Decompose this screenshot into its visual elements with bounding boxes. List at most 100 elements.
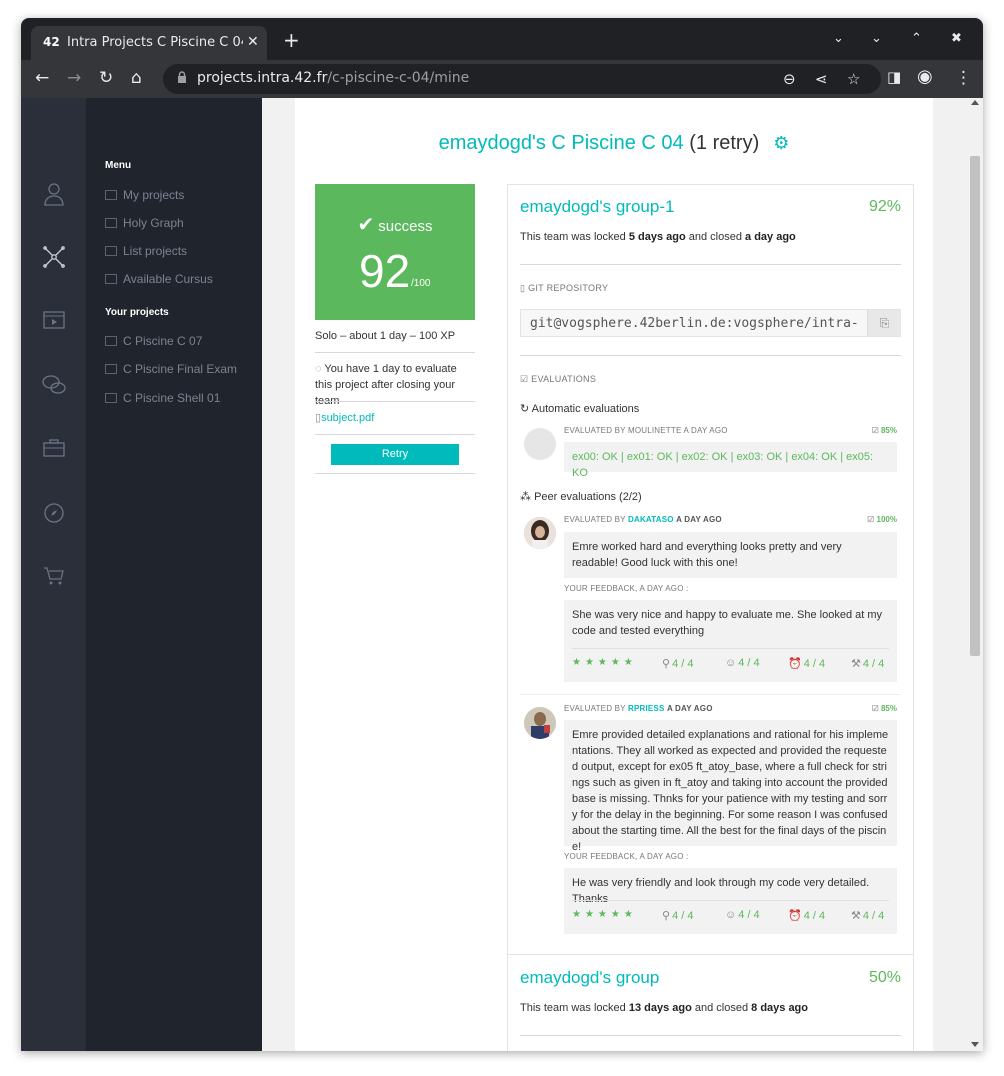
minimize-icon[interactable]: ⌄ xyxy=(871,31,882,46)
rating-rigorous: ⚒ 4 / 4 xyxy=(851,658,885,670)
share-icon[interactable]: ⋖ xyxy=(815,70,828,88)
team-status: This team was locked 5 days ago and clos… xyxy=(520,231,796,243)
final-mark: 92 xyxy=(359,245,411,297)
checkbox-icon: ☑ xyxy=(520,374,532,384)
close-window-icon[interactable]: ✖ xyxy=(951,31,962,46)
evaluator-avatar[interactable] xyxy=(524,707,556,739)
sidebar-project-shell-01[interactable]: C Piscine Shell 01 xyxy=(105,391,220,405)
new-tab-button[interactable]: + xyxy=(283,30,300,50)
magnifier-icon: ⚲ xyxy=(662,910,671,922)
rating-interested: ⚲ 4 / 4 xyxy=(662,658,694,670)
refresh-icon: ↻ xyxy=(520,403,532,415)
more-menu-icon[interactable]: ⋮ xyxy=(955,68,972,88)
sidebar-project-final-exam[interactable]: C Piscine Final Exam xyxy=(105,362,237,376)
retry-button[interactable]: Retry xyxy=(331,444,459,465)
peer-eval-by: EVALUATED BY DAKATASO A DAY AGO xyxy=(564,515,722,524)
feedback-box: He was very friendly and look through my… xyxy=(564,868,897,934)
smiley-icon: ☺ xyxy=(725,657,737,669)
success-badge: ✔ success 92 /100 xyxy=(315,184,475,320)
rating-punctuality: ⏰ 4 / 4 xyxy=(788,658,826,670)
compass-icon[interactable] xyxy=(41,502,67,528)
auto-eval-result: ex00: OK | ex01: OK | ex02: OK | ex03: O… xyxy=(564,442,897,479)
forward-icon[interactable]: → xyxy=(67,68,81,88)
back-icon[interactable]: ← xyxy=(35,68,49,88)
reload-icon[interactable]: ↻ xyxy=(99,68,113,88)
icon-sidebar xyxy=(21,98,86,1051)
folder-icon xyxy=(105,190,117,200)
sidebar-item-available-cursus[interactable]: Available Cursus xyxy=(105,272,213,286)
divider xyxy=(315,401,475,402)
team-name[interactable]: emaydogd's group-1 xyxy=(520,197,674,217)
menu-sidebar: Menu My projects Holy Graph List project… xyxy=(86,98,262,1051)
scroll-up-arrow-icon[interactable] xyxy=(971,100,979,105)
divider xyxy=(315,434,475,435)
divider xyxy=(315,473,475,474)
rating-punctuality: ⏰ 4 / 4 xyxy=(788,910,826,922)
evaluator-login-link[interactable]: DAKATASO xyxy=(628,515,674,524)
scroll-thumb[interactable] xyxy=(970,156,980,656)
sidebar-item-my-projects[interactable]: My projects xyxy=(105,188,184,202)
divider xyxy=(520,264,901,265)
scroll-down-arrow-icon[interactable] xyxy=(971,1042,979,1047)
tab-search-icon[interactable]: ⌄ xyxy=(833,31,844,46)
peer-eval-percent: ☑ 100% xyxy=(867,515,897,524)
feedback-text: She was very nice and happy to evaluate … xyxy=(572,609,883,637)
url-text: projects.intra.42.fr/c-piscine-c-04/mine xyxy=(197,70,470,86)
magnifier-icon: ⚲ xyxy=(662,658,671,670)
companies-briefcase-icon[interactable] xyxy=(41,438,67,464)
shop-cart-icon[interactable] xyxy=(41,566,67,592)
project-meta: Solo – about 1 day – 100 XP xyxy=(315,330,456,342)
clock-icon: ◌ xyxy=(315,363,325,375)
git-url[interactable]: git@vogsphere.42berlin.de:vogsphere/intr… xyxy=(530,316,860,331)
tab-strip: 42 Intra Projects C Piscine C 04 mine ✕ … xyxy=(21,18,983,60)
elearning-icon[interactable] xyxy=(41,310,67,336)
hammer-icon: ⚒ xyxy=(851,658,861,670)
alarm-clock-icon: ⏰ xyxy=(788,658,802,670)
hammer-icon: ⚒ xyxy=(851,910,861,922)
rating-stars: ★★★★★ xyxy=(572,909,637,920)
browser-tab[interactable]: 42 Intra Projects C Piscine C 04 mine ✕ xyxy=(31,26,267,60)
sidebar-item-list-projects[interactable]: List projects xyxy=(105,244,187,258)
profile-avatar-icon[interactable]: ◉ xyxy=(917,66,933,87)
rating-interested: ⚲ 4 / 4 xyxy=(662,910,694,922)
bookmark-star-icon[interactable]: ☆ xyxy=(847,70,860,88)
evaluator-avatar[interactable] xyxy=(524,517,556,549)
feedback-ratings: ★★★★★ ⚲ 4 / 4 ☺ 4 / 4 ⏰ 4 / 4 ⚒ 4 / 4 xyxy=(572,648,889,670)
address-bar[interactable]: projects.intra.42.fr/c-piscine-c-04/mine… xyxy=(163,64,881,94)
feedback-ratings: ★★★★★ ⚲ 4 / 4 ☺ 4 / 4 ⏰ 4 / 4 ⚒ 4 / 4 xyxy=(572,900,889,922)
rating-nice: ☺ 4 / 4 xyxy=(725,909,760,921)
peer-eval-by: EVALUATED BY RPRIESS A DAY AGO xyxy=(564,704,713,713)
gear-icon[interactable]: ⚙ xyxy=(773,133,789,153)
profile-icon[interactable] xyxy=(41,182,67,208)
evaluator-login-link[interactable]: RPRIESS xyxy=(628,704,665,713)
subject-pdf-link[interactable]: subject.pdf xyxy=(321,412,374,424)
divider xyxy=(520,355,901,356)
browser-window: 42 Intra Projects C Piscine C 04 mine ✕ … xyxy=(21,18,983,1051)
smiley-icon: ☺ xyxy=(725,909,737,921)
automatic-evaluations-heading: ↻ Automatic evaluations xyxy=(520,403,640,415)
forum-chat-icon[interactable] xyxy=(41,374,67,400)
main-area: emaydogd's C Piscine C 04 (1 retry) ⚙ ✔ su… xyxy=(262,98,968,1051)
side-panel-icon[interactable]: ◨ xyxy=(887,68,901,86)
evaluations-label: ☑ EVALUATIONS xyxy=(520,374,597,384)
team-name[interactable]: emaydogd's group xyxy=(520,968,659,988)
status-label: success xyxy=(378,218,433,235)
maximize-icon[interactable]: ⌃ xyxy=(911,31,922,46)
peer-eval-percent: ☑ 85% xyxy=(871,704,897,713)
auto-eval-by: EVALUATED BY MOULINETTE A DAY AGO xyxy=(564,426,728,435)
rating-stars: ★★★★★ xyxy=(572,657,637,668)
browser-toolbar: ← → ↻ ⌂ projects.intra.42.fr/c-piscine-c… xyxy=(21,60,983,98)
copy-clipboard-icon[interactable]: ⎘ xyxy=(867,310,901,336)
peer-eval-comment: Emre worked hard and everything looks pr… xyxy=(564,532,897,578)
moulinette-avatar xyxy=(524,428,556,460)
zoom-icon[interactable]: ⊖ xyxy=(783,70,796,88)
git-repo-field[interactable]: git@vogsphere.42berlin.de:vogsphere/intr… xyxy=(520,309,901,337)
close-tab-icon[interactable]: ✕ xyxy=(247,34,259,50)
holy-graph-icon[interactable] xyxy=(41,246,67,272)
team-percent: 50% xyxy=(868,969,901,986)
page-scrollbar[interactable] xyxy=(968,98,983,1051)
sidebar-item-holy-graph[interactable]: Holy Graph xyxy=(105,216,184,230)
alarm-clock-icon: ⏰ xyxy=(788,910,802,922)
home-icon[interactable]: ⌂ xyxy=(131,68,142,88)
sidebar-project-c-piscine-c-07[interactable]: C Piscine C 07 xyxy=(105,334,202,348)
